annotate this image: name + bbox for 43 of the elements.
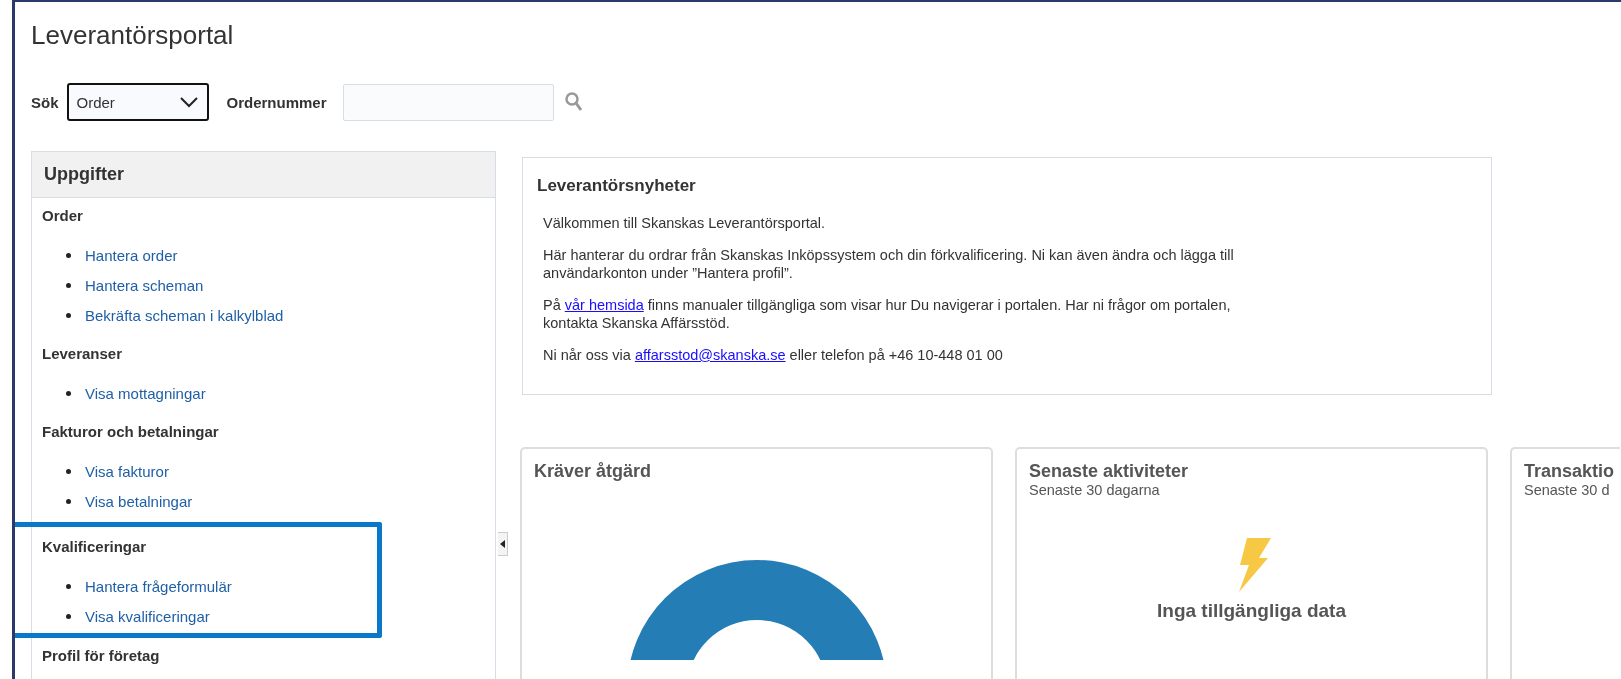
search-icon[interactable] (563, 91, 584, 113)
news-title: Leverantörsnyheter (537, 176, 697, 196)
news-link[interactable]: affarsstod@skanska.se (634, 347, 786, 363)
news-paragraph: Ni når oss via affarsstod@skanska.se eller telefon på +46 10-448 01 00 (543, 346, 1004, 364)
task-link[interactable]: Hantera scheman (85, 276, 204, 294)
task-link[interactable]: Visa kvalificeringar (85, 607, 210, 625)
chevron-down-icon (178, 96, 199, 108)
task-link[interactable]: Visa mottagningar (85, 384, 206, 402)
collapse-handle[interactable] (498, 532, 508, 556)
news-paragraph: Välkommen till Skanskas Leverantörsportal. (543, 214, 827, 232)
bullet-icon (66, 468, 71, 474)
news-link[interactable]: vår hemsida (564, 297, 644, 313)
bullet-icon (66, 252, 71, 258)
card-subtitle: Senaste 30 d (1524, 482, 1611, 498)
card-subtitle: Senaste 30 dagarna (1029, 482, 1161, 498)
bullet-icon (66, 282, 71, 288)
news-paragraph: Här hanterar du ordrar från Skanskas Inköpssystem och din förkvalificering. Ni kan även ändra och lägga till användarkonton under ”Hantera profil”. (543, 246, 1235, 282)
task-link[interactable]: Visa fakturor (85, 462, 169, 480)
bullet-icon (66, 390, 71, 396)
group-heading: Leveranser (42, 345, 124, 362)
card-title: Kräver åtgärd (534, 461, 653, 482)
group-heading: Order (42, 207, 84, 224)
group-heading: Profil för företag (42, 647, 161, 664)
group-heading: Fakturor och betalningar (42, 423, 220, 440)
empty-message: Inga tillgängliga data (1157, 600, 1346, 622)
news-paragraph: På vår hemsida finns manualer tillgängliga som visar hur Du navigerar i portalen. Har ni frågor om portalen, kontakta Skanska Affärsstöd. (543, 296, 1232, 332)
field-label: Ordernummer (226, 93, 327, 111)
bullet-icon (66, 312, 71, 318)
bullet-icon (66, 583, 71, 589)
card-title: Transaktio (1524, 461, 1616, 482)
task-link[interactable]: Hantera order (85, 246, 178, 264)
order-number-input[interactable] (342, 83, 554, 121)
search-label: Sök (31, 93, 59, 111)
tasks-header: Uppgifter (32, 152, 495, 198)
task-link[interactable]: Visa betalningar (85, 492, 193, 510)
bullet-icon (66, 613, 71, 619)
bullet-icon (66, 498, 71, 504)
task-link[interactable]: Hantera frågeformulär (85, 577, 232, 595)
task-link[interactable]: Bekräfta scheman i kalkylblad (85, 306, 284, 324)
card-title: Senaste aktiviteter (1029, 461, 1190, 482)
page-title: Leverantörsportal (31, 20, 235, 51)
group-heading: Kvalificeringar (42, 538, 148, 555)
search-type-dropdown[interactable]: Order (66, 83, 209, 121)
